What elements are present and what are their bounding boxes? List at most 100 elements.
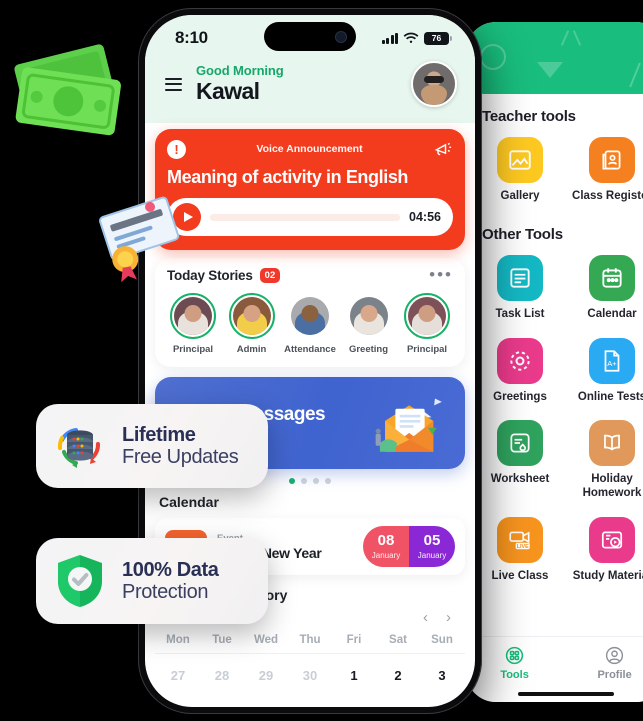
chevron-left-icon[interactable]: ‹ bbox=[423, 609, 428, 626]
calendar-day-cell[interactable]: 27 bbox=[161, 668, 195, 683]
tool-label: Task List bbox=[495, 307, 545, 320]
tool-item-gallery[interactable]: Gallery bbox=[474, 131, 566, 212]
calendar-day-cell[interactable]: 30 bbox=[293, 668, 327, 683]
story-ring bbox=[287, 293, 333, 339]
date-pill-group[interactable]: 08 January 05 January bbox=[363, 526, 455, 567]
story-item[interactable]: Admin bbox=[226, 293, 278, 355]
holiday-homework-icon bbox=[589, 420, 635, 467]
weekday-label: Wed bbox=[253, 634, 279, 646]
calendar-day-cell[interactable]: 28 bbox=[205, 668, 239, 683]
teacher-tools-title: Teacher tools bbox=[482, 108, 576, 125]
story-avatar bbox=[174, 297, 212, 335]
profile-icon bbox=[605, 646, 624, 664]
badge-line-2: Protection bbox=[122, 581, 209, 603]
back-phone-panel: Teacher tools Gallery Class Register Oth… bbox=[466, 22, 643, 702]
calendar-day-cell[interactable]: 3 bbox=[425, 668, 459, 683]
tool-item-study-material[interactable]: Study Material bbox=[566, 511, 643, 592]
tool-item-live-class[interactable]: LIVE Live Class bbox=[474, 511, 566, 592]
tool-label: Calendar bbox=[587, 307, 637, 320]
calendar-day-cell[interactable]: 29 bbox=[249, 668, 283, 683]
story-label: Principal bbox=[172, 344, 214, 355]
calendar-title: Calendar bbox=[159, 494, 219, 510]
story-item[interactable]: Principal bbox=[167, 293, 219, 355]
audio-player[interactable]: 04:56 bbox=[167, 198, 453, 236]
badge-line-2: Free Updates bbox=[122, 446, 239, 468]
certificate-emoji bbox=[99, 196, 180, 283]
status-bar: 8:10 76 bbox=[145, 15, 475, 61]
nav-item-profile[interactable]: Profile bbox=[597, 645, 632, 681]
weekday-label: Sat bbox=[389, 634, 407, 646]
carousel-dot[interactable] bbox=[301, 478, 307, 484]
study-material-icon bbox=[589, 516, 635, 563]
shield-check-icon bbox=[58, 555, 102, 607]
megaphone-icon[interactable] bbox=[433, 139, 453, 159]
story-avatar bbox=[232, 297, 271, 335]
greeting-block: Good Morning Kawal bbox=[196, 63, 399, 104]
date-pill[interactable]: 08 January bbox=[363, 526, 409, 567]
weekday-label: Fri bbox=[346, 634, 362, 646]
back-panel-bottom-nav: Tools Profile bbox=[466, 636, 643, 702]
carousel-dot[interactable] bbox=[325, 478, 331, 484]
user-name: Kawal bbox=[196, 78, 260, 105]
hamburger-menu-icon[interactable] bbox=[163, 74, 184, 95]
date-pill[interactable]: 05 January bbox=[409, 526, 455, 567]
tool-label: Live Class bbox=[491, 569, 549, 582]
tool-item-calendar[interactable]: Calendar bbox=[566, 249, 643, 330]
app-header: Good Morning Kawal bbox=[145, 61, 475, 123]
story-item[interactable]: Attendance bbox=[284, 293, 336, 355]
story-ring bbox=[404, 293, 450, 339]
story-item[interactable]: Principal bbox=[401, 293, 453, 355]
open-envelope-icon bbox=[375, 398, 442, 452]
date-pill-number: 05 bbox=[423, 532, 441, 549]
calendar-day-cell[interactable]: 2 bbox=[381, 668, 415, 683]
weekday-label: Sun bbox=[431, 634, 453, 646]
audio-progress-bar[interactable] bbox=[210, 213, 401, 221]
svg-text:A+: A+ bbox=[607, 358, 617, 367]
greetings-icon bbox=[497, 337, 543, 384]
voice-announcement-headline: Meaning of activity in English bbox=[167, 167, 409, 187]
story-item[interactable]: Greeting bbox=[343, 293, 395, 355]
date-pill-month: January bbox=[371, 551, 401, 560]
voice-announcement-card[interactable]: ! Voice Announcement Meaning of activity… bbox=[155, 129, 465, 250]
voice-card-header: ! Voice Announcement bbox=[167, 139, 453, 159]
stories-header: Today Stories 02 ••• bbox=[167, 267, 453, 283]
chevron-right-icon[interactable]: › bbox=[446, 609, 451, 626]
more-horizontal-icon[interactable]: ••• bbox=[429, 267, 453, 283]
voice-announcement-label: Voice Announcement bbox=[256, 143, 363, 155]
tool-item-task-list[interactable]: Task List bbox=[474, 249, 566, 330]
tool-item-greetings[interactable]: Greetings bbox=[474, 332, 566, 413]
other-tools-grid: Task List Calendar Greetings A+ Online T… bbox=[474, 249, 643, 592]
tool-item-class-register[interactable]: Class Register bbox=[566, 131, 643, 212]
tool-label: Greetings bbox=[493, 390, 547, 403]
tool-item-holiday-homework[interactable]: Holiday Homework bbox=[566, 414, 643, 509]
nav-item-tools[interactable]: Tools bbox=[500, 645, 529, 681]
greeting-text: Good Morning bbox=[196, 63, 284, 79]
user-avatar[interactable] bbox=[411, 61, 457, 107]
tool-item-worksheet[interactable]: Worksheet bbox=[474, 414, 566, 509]
story-avatar bbox=[349, 297, 388, 335]
tool-label: Study Material bbox=[572, 569, 643, 582]
nav-label: Tools bbox=[500, 668, 529, 681]
carousel-dot[interactable] bbox=[313, 478, 319, 484]
decorative-slash-icon bbox=[629, 62, 641, 88]
tool-label: Holiday Homework bbox=[582, 473, 642, 500]
calendar-day-cell[interactable]: 1 bbox=[337, 668, 371, 683]
stories-card: Today Stories 02 ••• Principal Admin Att… bbox=[155, 258, 465, 367]
weekday-label: Mon bbox=[166, 634, 190, 646]
home-indicator bbox=[518, 692, 614, 696]
badge-text: Lifetime Free Updates bbox=[122, 423, 239, 469]
class-register-icon bbox=[589, 137, 635, 183]
gallery-icon bbox=[497, 137, 543, 183]
decorative-zigzag-icon bbox=[562, 30, 586, 44]
grid-tools-icon bbox=[505, 646, 524, 664]
back-panel-header bbox=[466, 22, 643, 94]
carousel-dot[interactable] bbox=[289, 478, 295, 484]
tool-item-online-tests[interactable]: A+ Online Tests bbox=[566, 332, 643, 413]
story-label: Principal bbox=[406, 344, 448, 355]
online-tests-icon: A+ bbox=[589, 337, 635, 384]
calendar-icon bbox=[589, 254, 635, 301]
badge-line-1: Lifetime bbox=[122, 423, 196, 446]
signal-bars-icon bbox=[381, 32, 398, 44]
front-camera-icon bbox=[335, 30, 347, 43]
stories-row: Principal Admin Attendance Greeting Prin… bbox=[167, 293, 453, 355]
